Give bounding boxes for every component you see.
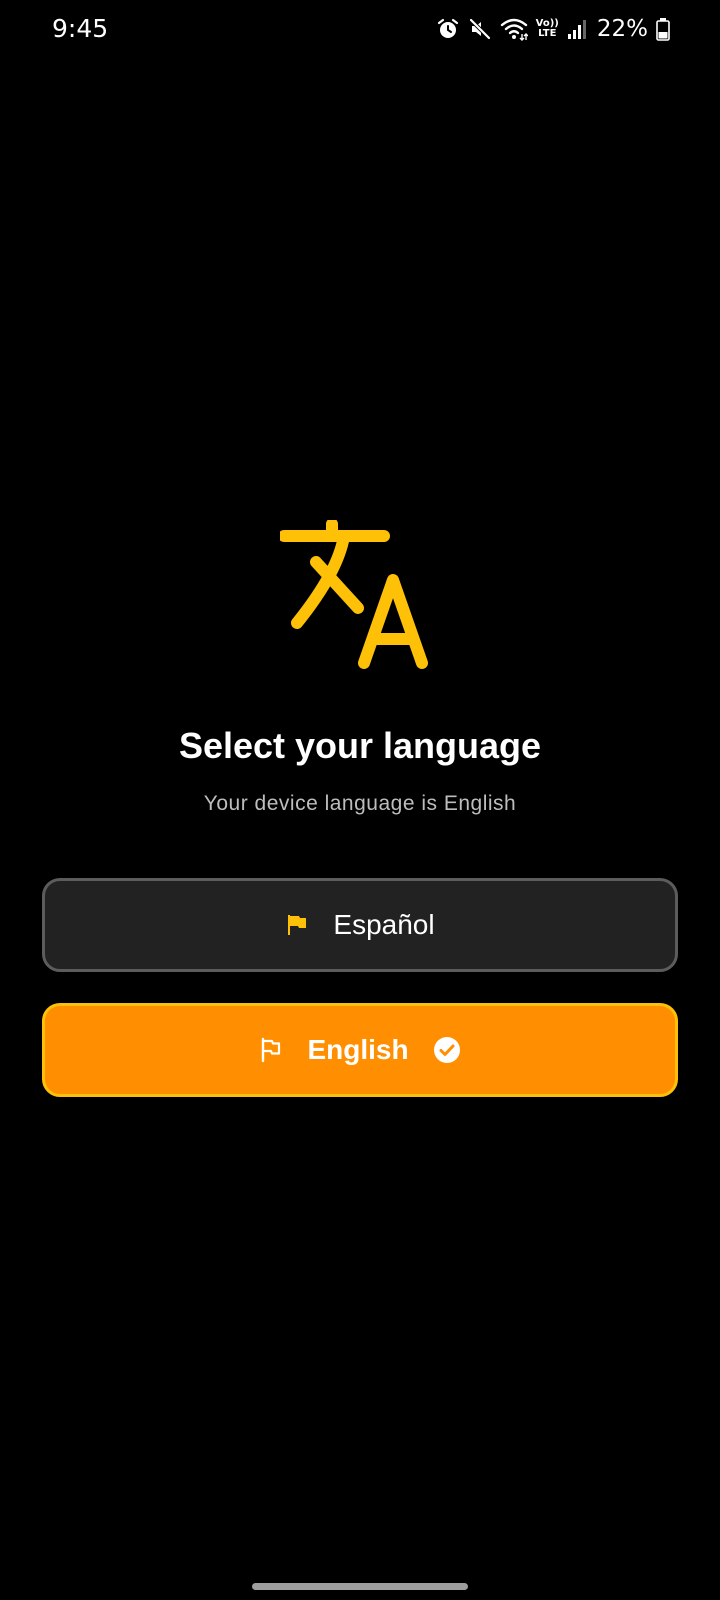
page-title: Select your language: [178, 725, 542, 766]
language-label-espanol: Español: [333, 909, 435, 940]
check-circle-icon: [433, 1037, 460, 1063]
volte-icon: Vo)) LTE: [536, 19, 559, 39]
home-indicator[interactable]: [252, 1583, 468, 1590]
language-option-english[interactable]: English: [42, 1003, 678, 1097]
status-time: 9:45: [52, 14, 109, 43]
mute-icon: [469, 18, 491, 40]
language-label-english: English: [307, 1034, 409, 1065]
alarm-icon: [437, 18, 458, 38]
language-option-espanol[interactable]: Español: [42, 878, 678, 972]
flag-outline-icon: [262, 1037, 281, 1063]
volte-bottom: LTE: [538, 28, 557, 39]
battery-percent: 22%: [596, 16, 648, 42]
status-bar: 9:45 Vo)) LTE 22%: [0, 0, 720, 60]
wifi-icon: [500, 18, 528, 41]
flag-filled-icon: [288, 915, 307, 935]
page-subtitle: Your device language is English: [203, 792, 517, 815]
battery-icon: [656, 18, 670, 41]
signal-icon: [567, 20, 586, 39]
translate-icon: [280, 520, 428, 669]
status-icons: Vo)) LTE 22%: [436, 14, 670, 44]
